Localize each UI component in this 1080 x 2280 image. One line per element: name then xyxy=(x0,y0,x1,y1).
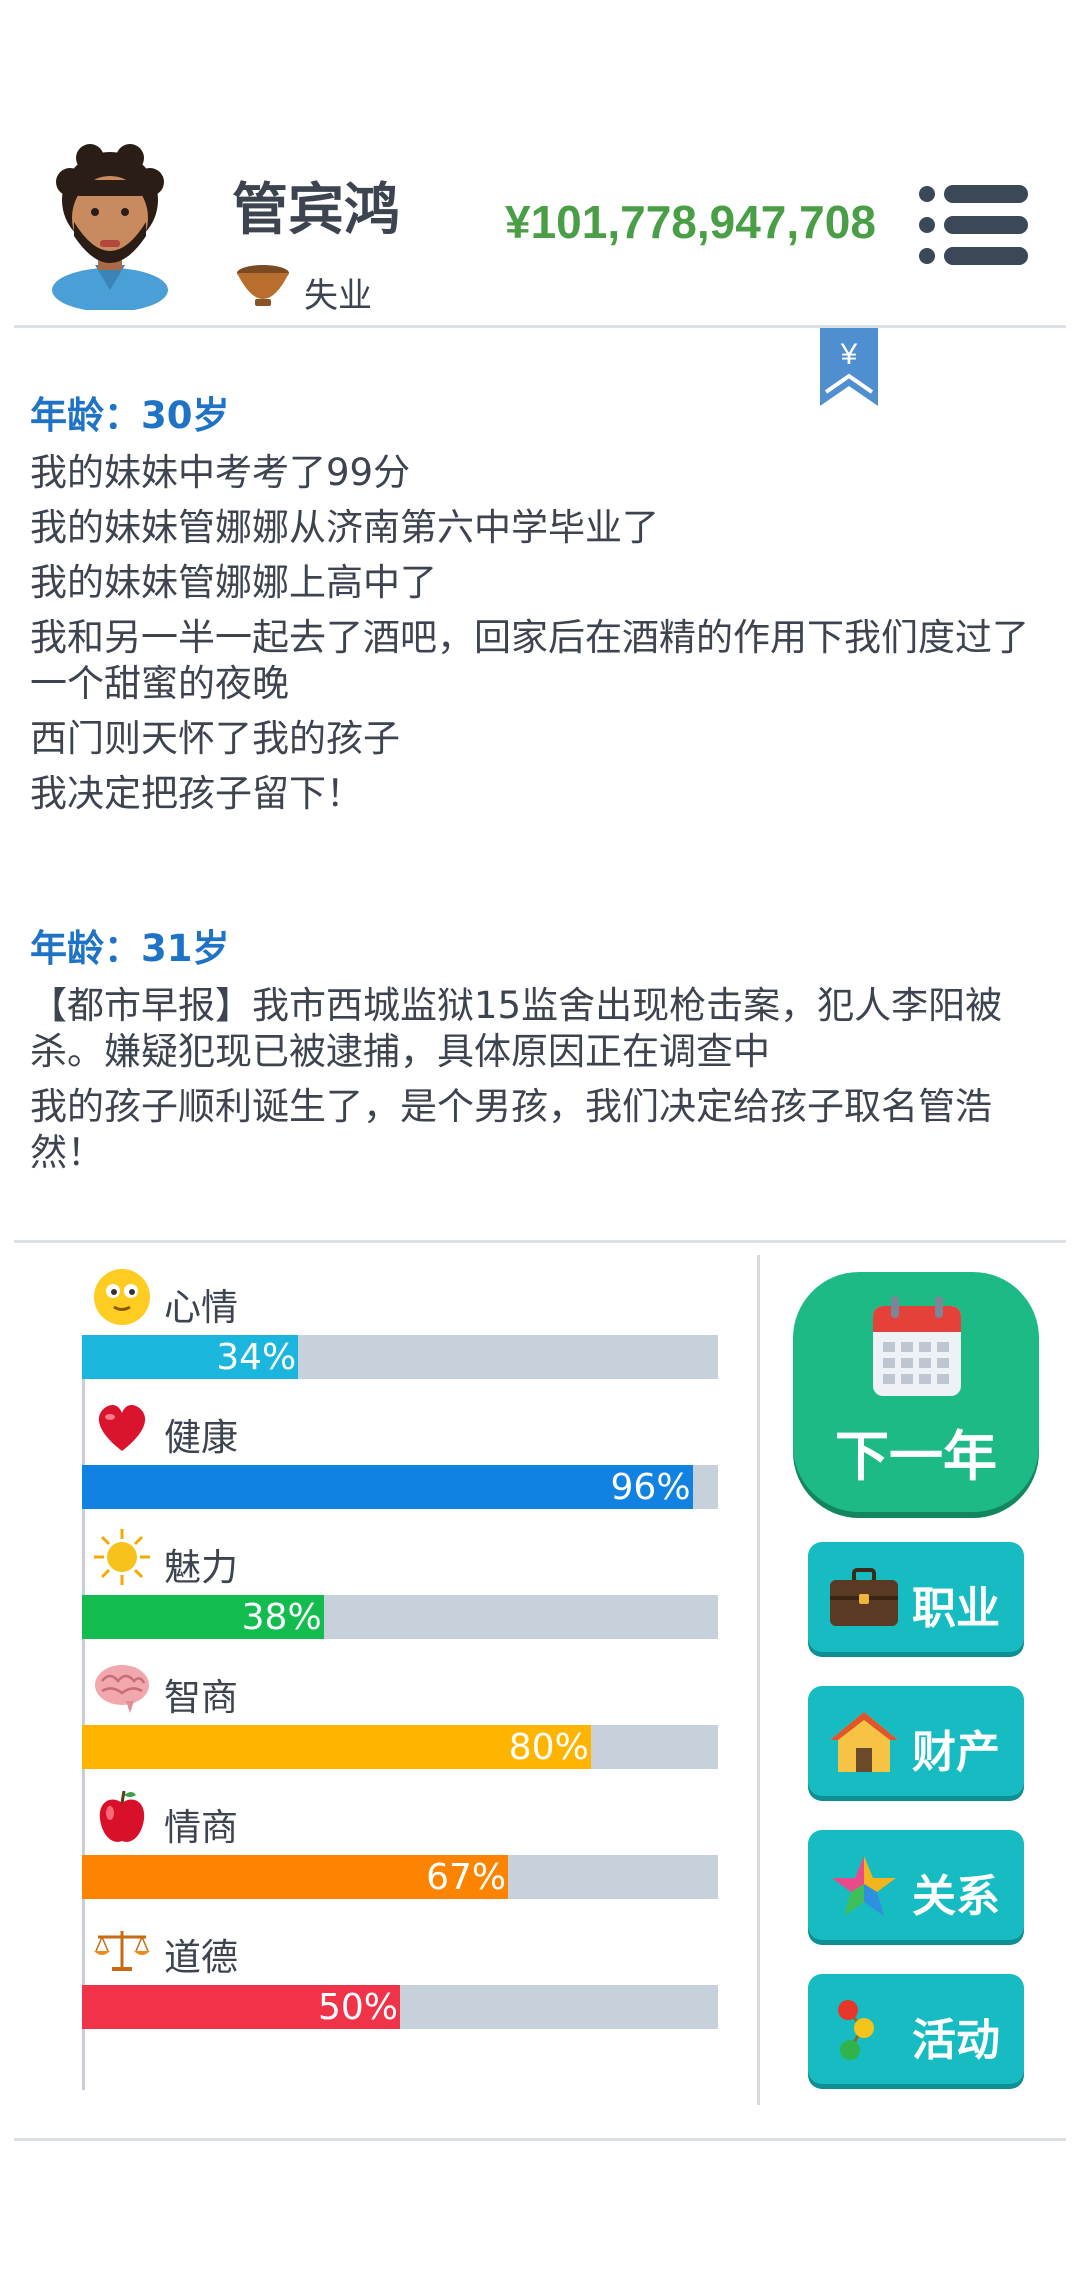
menu-icon[interactable] xyxy=(918,182,1030,268)
log-entry: 我的妹妹管娜娜从济南第六中学毕业了 xyxy=(30,506,659,549)
stats-separator xyxy=(757,1255,760,2105)
stat-eq: 情商 67% xyxy=(82,1775,718,1905)
career-button[interactable]: 职业 xyxy=(808,1542,1024,1652)
stat-bar-fill: 38% xyxy=(82,1595,324,1639)
stat-percent: 96% xyxy=(610,1467,691,1508)
age-heading: 年龄：31岁 xyxy=(30,927,230,970)
activities-label: 活动 xyxy=(912,2015,1000,2066)
log-entry: 我的妹妹管娜娜上高中了 xyxy=(30,561,437,604)
stat-label: 魅力 xyxy=(164,1546,238,1589)
stat-percent: 50% xyxy=(317,1987,398,2028)
heart-icon xyxy=(98,1404,146,1451)
log-divider xyxy=(14,1240,1066,1243)
stat-bar-fill: 96% xyxy=(82,1465,693,1509)
briefcase-icon xyxy=(830,1568,898,1626)
activities-icon xyxy=(838,2000,874,2060)
stats-panel: 心情 34% 健康 96% 魅力 38% 智商 80% 情商 67% 道德 50… xyxy=(82,1255,718,2035)
stat-bar: 50% xyxy=(82,1985,718,2029)
stat-health: 健康 96% xyxy=(82,1385,718,1515)
age-heading: 年龄：30岁 xyxy=(30,394,230,437)
apple-icon xyxy=(99,1790,145,1842)
career-label: 职业 xyxy=(912,1583,1000,1634)
house-icon xyxy=(830,1712,898,1772)
stat-morality: 道德 50% xyxy=(82,1905,718,2035)
property-button[interactable]: 财产 xyxy=(808,1686,1024,1796)
stat-bar-fill: 50% xyxy=(82,1985,400,2029)
stat-percent: 38% xyxy=(241,1597,322,1638)
stats-area: 心情 34% 健康 96% 魅力 38% 智商 80% 情商 67% 道德 50… xyxy=(0,1255,1080,2135)
log-entry: 我决定把孩子留下！ xyxy=(30,772,363,815)
stat-label: 心情 xyxy=(164,1286,238,1329)
stat-iq: 智商 80% xyxy=(82,1645,718,1775)
stat-percent: 34% xyxy=(216,1337,297,1378)
property-label: 财产 xyxy=(912,1727,1000,1778)
relations-label: 关系 xyxy=(912,1871,1000,1922)
log-block-age-31: 年龄：31岁 【都市早报】我市西城监狱15监舍出现枪击案，犯人李阳被杀。嫌疑犯现… xyxy=(30,925,1050,1176)
brain-icon xyxy=(95,1665,149,1713)
calendar-icon xyxy=(873,1296,961,1396)
stat-bar: 34% xyxy=(82,1335,718,1379)
next-year-button[interactable]: 下一年 xyxy=(793,1272,1039,1512)
stat-percent: 67% xyxy=(426,1857,507,1898)
stat-label: 情商 xyxy=(164,1806,238,1849)
stat-bar: 67% xyxy=(82,1855,718,1899)
stat-bar-fill: 34% xyxy=(82,1335,299,1379)
log-block-age-30: 年龄：30岁 我的妹妹中考考了99分 我的妹妹管娜娜从济南第六中学毕业了 我的妹… xyxy=(30,392,1050,817)
scales-icon xyxy=(94,1931,150,1971)
header: 管宾鸿 失业 ¥101,778,947,708 xyxy=(0,0,1080,330)
stat-charm: 魅力 38% xyxy=(82,1515,718,1645)
stat-bar-fill: 80% xyxy=(82,1725,591,1769)
next-year-label: 下一年 xyxy=(835,1425,997,1488)
stat-label: 健康 xyxy=(164,1416,238,1459)
log-entry: 西门则天怀了我的孩子 xyxy=(30,717,400,760)
smiley-icon xyxy=(94,1269,150,1325)
log-entry: 我的妹妹中考考了99分 xyxy=(30,451,411,494)
header-divider xyxy=(14,325,1066,328)
stat-bar: 38% xyxy=(82,1595,718,1639)
job-status: 失业 xyxy=(304,276,372,316)
avatar[interactable] xyxy=(40,140,180,310)
bowl-icon xyxy=(237,265,289,306)
log-entry: 我和另一半一起去了酒吧，回家后在酒精的作用下我们度过了一个甜蜜的夜晚 xyxy=(30,616,1029,705)
relations-button[interactable]: 关系 xyxy=(808,1830,1024,1940)
svg-text:¥: ¥ xyxy=(840,338,858,371)
stat-label: 道德 xyxy=(164,1936,238,1979)
stat-bar-fill: 67% xyxy=(82,1855,509,1899)
bottom-divider xyxy=(14,2138,1066,2141)
stat-bar: 80% xyxy=(82,1725,718,1769)
activities-button[interactable]: 活动 xyxy=(808,1974,1024,2084)
money-balance: ¥101,778,947,708 xyxy=(505,196,876,248)
stat-mood: 心情 34% xyxy=(82,1255,718,1385)
stat-percent: 80% xyxy=(508,1727,589,1768)
sun-icon xyxy=(94,1529,150,1585)
player-name: 管宾鸿 xyxy=(232,178,400,243)
stat-label: 智商 xyxy=(164,1676,238,1719)
log-entry: 【都市早报】我市西城监狱15监舍出现枪击案，犯人李阳被杀。嫌疑犯现已被逮捕，具体… xyxy=(30,984,1003,1073)
life-log: 年龄：30岁 我的妹妹中考考了99分 我的妹妹管娜娜从济南第六中学毕业了 我的妹… xyxy=(30,392,1050,1284)
star-icon xyxy=(832,1856,896,1916)
log-entry: 我的孩子顺利诞生了，是个男孩，我们决定给孩子取名管浩然！ xyxy=(30,1085,992,1174)
stat-bar: 96% xyxy=(82,1465,718,1509)
